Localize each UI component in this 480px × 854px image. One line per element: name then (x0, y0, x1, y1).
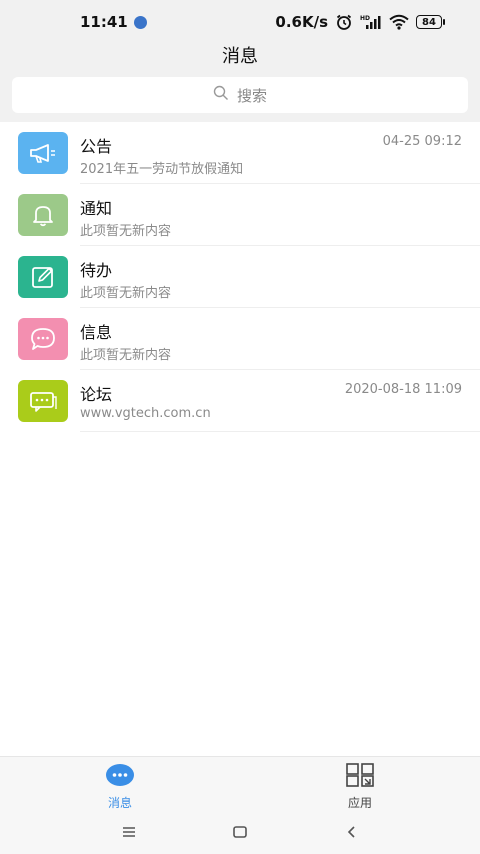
item-subtitle: www.vgtech.com.cn (80, 406, 211, 421)
item-time: 2020-08-18 11:09 (344, 382, 462, 397)
app-notification-icon (133, 15, 147, 29)
status-time: 11:41 (80, 13, 128, 31)
list-item-notice[interactable]: 通知 此项暂无新内容 (0, 184, 480, 246)
back-icon[interactable] (340, 820, 364, 844)
bottom-tab-bar: 消息 应用 (0, 756, 480, 810)
battery-icon: 84 (416, 15, 445, 29)
bell-icon (18, 194, 68, 236)
item-time: 04-25 09:12 (382, 134, 462, 149)
header: 消息 搜索 (0, 44, 480, 122)
chat-bubble-icon (18, 318, 68, 360)
forum-icon (18, 380, 68, 422)
item-title: 论坛 (80, 385, 113, 404)
status-right: 0.6K/s HD 84 (275, 13, 445, 31)
message-list: 公告 2021年五一劳动节放假通知 04-25 09:12 通知 此项暂无新内容… (0, 122, 480, 432)
item-subtitle: 此项暂无新内容 (80, 348, 172, 363)
list-item-announcement[interactable]: 公告 2021年五一劳动节放假通知 04-25 09:12 (0, 122, 480, 184)
item-subtitle: 此项暂无新内容 (80, 286, 172, 301)
messages-icon (104, 763, 136, 791)
tab-apps[interactable]: 应用 (300, 763, 420, 810)
system-nav-bar (0, 810, 480, 854)
item-subtitle: 2021年五一劳动节放假通知 (80, 162, 244, 177)
tab-label: 应用 (347, 796, 372, 810)
network-speed: 0.6K/s (275, 13, 328, 31)
search-placeholder: 搜索 (236, 86, 267, 105)
svg-text:HD: HD (360, 15, 370, 22)
status-bar: 11:41 0.6K/s HD 84 (0, 0, 480, 44)
page-title: 消息 (222, 46, 258, 67)
tab-label: 消息 (107, 796, 132, 810)
megaphone-icon (18, 132, 68, 174)
list-item-info[interactable]: 信息 此项暂无新内容 (0, 308, 480, 370)
search-bar[interactable]: 搜索 (12, 77, 468, 113)
divider (80, 431, 480, 432)
list-item-todo[interactable]: 待办 此项暂无新内容 (0, 246, 480, 308)
signal-icon: HD (360, 14, 382, 30)
wifi-icon (389, 14, 409, 30)
search-icon (213, 85, 229, 105)
item-subtitle: 此项暂无新内容 (80, 224, 172, 239)
list-item-forum[interactable]: 论坛 www.vgtech.com.cn 2020-08-18 11:09 (0, 370, 480, 432)
home-icon[interactable] (228, 820, 252, 844)
menu-icon[interactable] (117, 820, 141, 844)
tab-messages[interactable]: 消息 (60, 763, 180, 810)
item-title: 信息 (80, 323, 113, 342)
item-title: 通知 (80, 199, 113, 218)
item-title: 待办 (80, 261, 113, 280)
status-left: 11:41 (80, 13, 147, 31)
battery-level: 84 (422, 16, 436, 28)
alarm-icon (335, 13, 353, 31)
edit-icon (18, 256, 68, 298)
item-title: 公告 (80, 137, 113, 156)
apps-icon (346, 763, 374, 791)
